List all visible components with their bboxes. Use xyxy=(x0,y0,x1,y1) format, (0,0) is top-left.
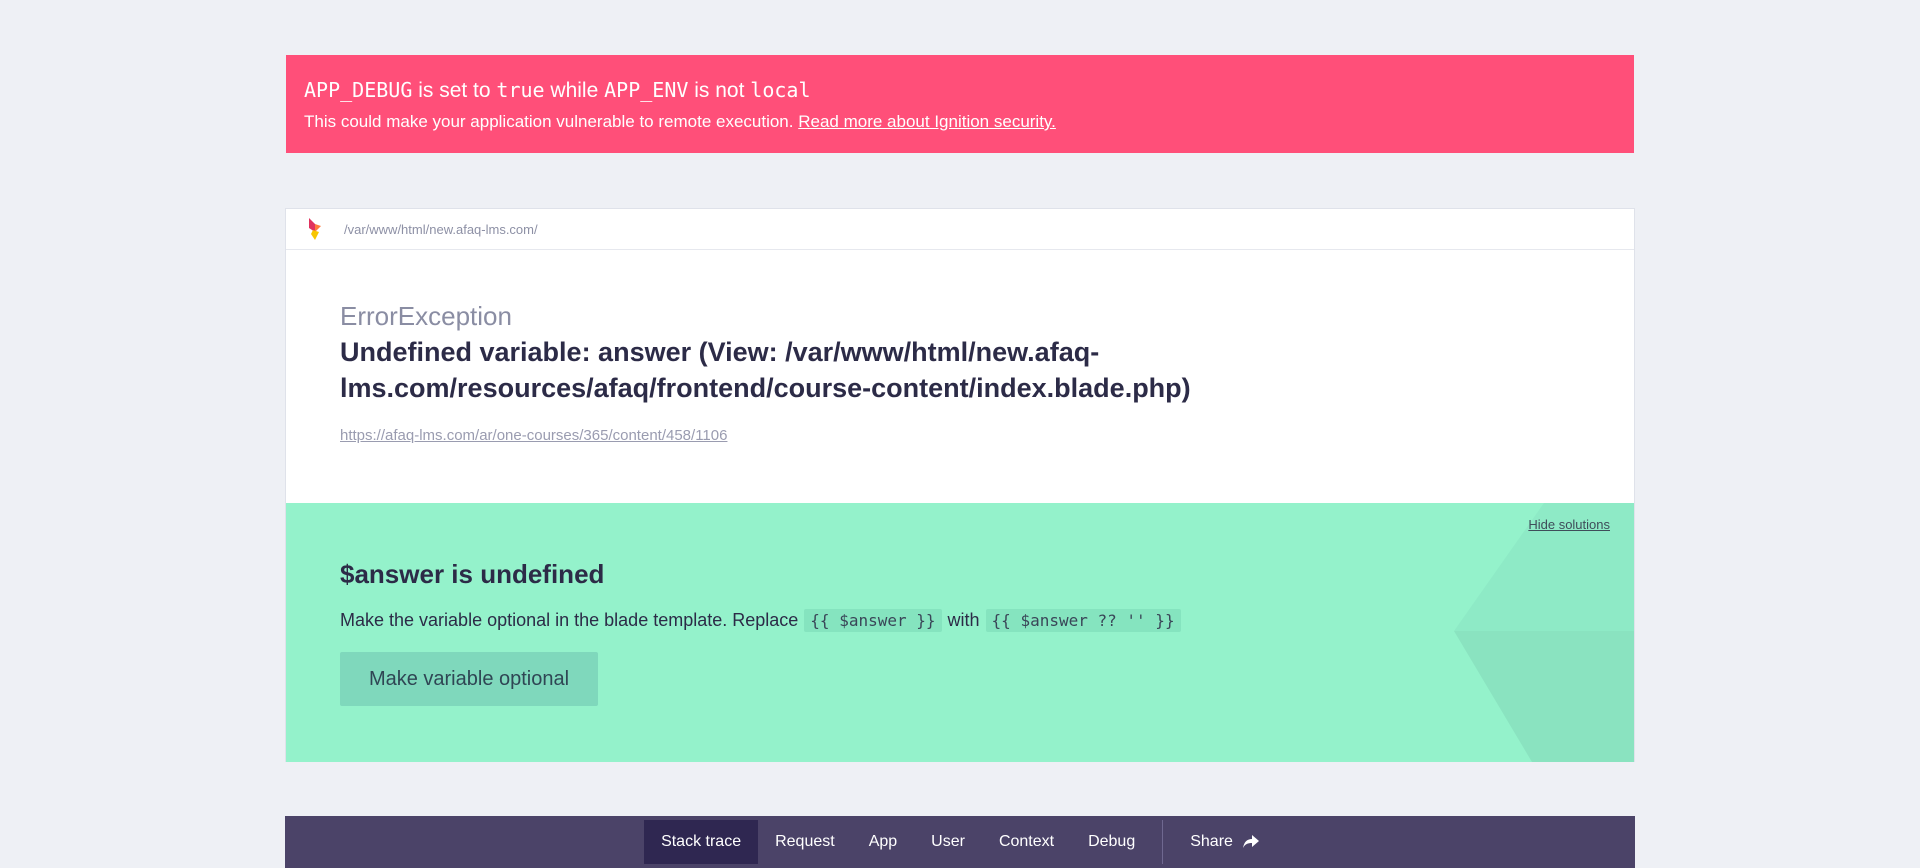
share-button[interactable]: Share xyxy=(1173,820,1276,864)
tab-context[interactable]: Context xyxy=(982,820,1071,864)
solution-decoration-icon xyxy=(1454,503,1634,762)
tab-debug[interactable]: Debug xyxy=(1071,820,1152,864)
banner-message-text: This could make your application vulnera… xyxy=(304,112,794,131)
banner-title: APP_DEBUG is set to true while APP_ENV i… xyxy=(304,77,1616,104)
security-docs-link[interactable]: Read more about Ignition security. xyxy=(798,112,1056,131)
ignition-logo-icon xyxy=(309,218,321,240)
project-path: /var/www/html/new.afaq-lms.com/ xyxy=(344,221,538,237)
code-snippet-original: {{ $answer }} xyxy=(804,609,942,632)
exception-message: Undefined variable: answer (View: /var/w… xyxy=(340,337,1191,403)
solution-text-before: Make the variable optional in the blade … xyxy=(340,610,799,630)
solution-text-mid: with xyxy=(947,610,980,630)
share-label: Share xyxy=(1190,833,1233,850)
banner-key-app-debug: APP_DEBUG xyxy=(304,78,413,102)
tab-app[interactable]: App xyxy=(852,820,914,864)
request-url-link[interactable]: https://afaq-lms.com/ar/one-courses/365/… xyxy=(340,427,727,444)
banner-message: This could make your application vulnera… xyxy=(304,111,1616,133)
banner-text-part: is not xyxy=(688,79,751,102)
card-header: /var/www/html/new.afaq-lms.com/ xyxy=(286,209,1634,250)
banner-text-part: while xyxy=(544,79,605,102)
debug-warning-banner: APP_DEBUG is set to true while APP_ENV i… xyxy=(286,55,1634,153)
code-snippet-replacement: {{ $answer ?? '' }} xyxy=(985,609,1181,632)
exception-class: ErrorException xyxy=(340,301,512,331)
tab-user[interactable]: User xyxy=(914,820,982,864)
tab-stack-trace[interactable]: Stack trace xyxy=(644,820,759,864)
bottom-nav: Stack trace Request App User Context Deb… xyxy=(285,816,1635,868)
banner-key-true: true xyxy=(496,78,545,102)
make-variable-optional-button[interactable]: Make variable optional xyxy=(340,652,598,706)
solution-panel: Hide solutions $answer is undefined Make… xyxy=(286,503,1634,762)
banner-key-app-env: APP_ENV xyxy=(604,78,689,102)
tab-request[interactable]: Request xyxy=(758,820,852,864)
banner-key-local: local xyxy=(750,78,811,102)
solution-description: Make the variable optional in the blade … xyxy=(340,609,1187,632)
share-arrow-icon xyxy=(1242,835,1259,848)
error-card: /var/www/html/new.afaq-lms.com/ ErrorExc… xyxy=(285,208,1635,762)
error-summary: ErrorException Undefined variable: answe… xyxy=(286,250,1634,503)
nav-divider xyxy=(1162,820,1164,864)
banner-text-part: is set to xyxy=(412,79,497,102)
hide-solutions-link[interactable]: Hide solutions xyxy=(1528,517,1610,532)
solution-title: $answer is undefined xyxy=(340,559,605,589)
